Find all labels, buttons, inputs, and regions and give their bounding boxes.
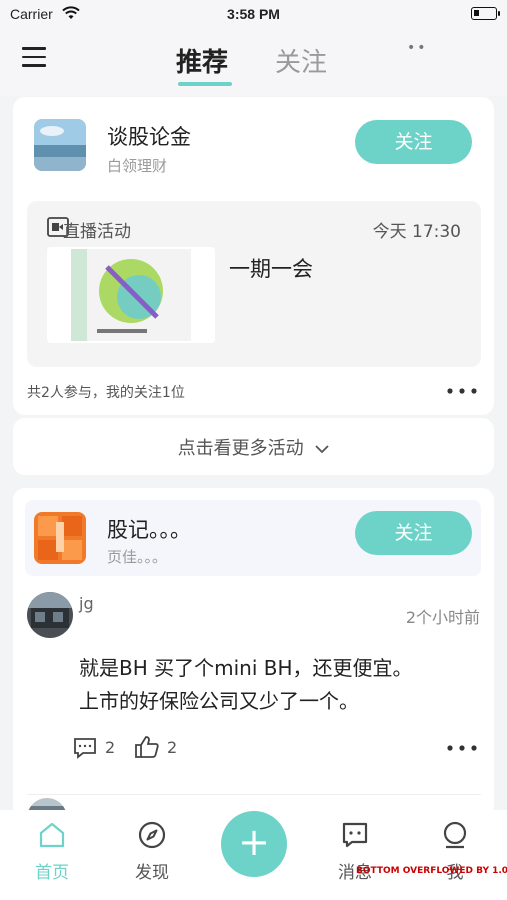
active-tab-indicator: [178, 82, 232, 86]
activity-card[interactable]: 谈股论金 白领理财 关注 直播活动 今天 17:30 一期一会 共2人参与，我的…: [13, 97, 494, 415]
channel-name[interactable]: 谈股论金: [107, 121, 191, 151]
more-options-icon[interactable]: [446, 744, 478, 752]
author-name[interactable]: jg: [79, 594, 94, 613]
create-post-button[interactable]: +: [221, 811, 287, 877]
more-options-icon[interactable]: [446, 387, 478, 395]
menu-icon[interactable]: [22, 47, 46, 67]
comment-count: 2: [105, 738, 116, 757]
status-time: 3:58 PM: [227, 6, 280, 22]
divider: [27, 794, 481, 795]
nav-discover-label: 发现: [135, 863, 169, 883]
channel-avatar[interactable]: [34, 119, 86, 171]
author-avatar[interactable]: [27, 592, 73, 638]
post-text-line-1: 就是BH 买了个mini BH，还更便宜。: [79, 656, 413, 680]
post-card[interactable]: 股记。。。 页佳。。。 关注 jg 2个小时前 就是BH 买了个mini BH，…: [13, 488, 494, 838]
group-avatar[interactable]: [34, 512, 86, 564]
post-time: 2个小时前: [405, 608, 480, 627]
nav-home-label: 首页: [35, 863, 69, 883]
profile-icon: [443, 821, 467, 849]
home-icon: [39, 822, 65, 848]
channel-subtitle: 白领理财: [107, 157, 168, 175]
more-activities-label: 点击看更多活动: [177, 438, 304, 459]
nav-discover[interactable]: 发现: [112, 810, 192, 883]
dots-indicator: ••: [407, 40, 428, 56]
participants-info: 共2人参与，我的关注1位: [27, 385, 185, 401]
follow-button[interactable]: 关注: [355, 120, 472, 164]
battery-icon: [471, 7, 500, 20]
chevron-down-icon: [315, 445, 329, 454]
tab-recommended[interactable]: 推荐: [176, 42, 228, 79]
activity-type-label: 直播活动: [63, 222, 131, 242]
follow-button[interactable]: 关注: [355, 511, 472, 555]
overflow-warning: BOTTOM OVERFLOWED BY 1.0: [356, 866, 507, 876]
group-name[interactable]: 股记。。。: [107, 514, 191, 544]
message-icon: [342, 822, 368, 848]
nav-home[interactable]: 首页: [12, 810, 92, 883]
compass-icon: [138, 821, 166, 849]
activity-time: 今天 17:30: [372, 222, 461, 242]
post-text-line-2: 上市的好保险公司又少了一个。: [79, 689, 359, 713]
more-activities-button[interactable]: 点击看更多活动: [13, 418, 494, 475]
status-bar: Carrier 3:58 PM: [0, 0, 507, 28]
like-count: 2: [167, 738, 178, 757]
comment-icon[interactable]: [73, 737, 97, 759]
activity-thumbnail[interactable]: [47, 247, 215, 343]
group-subtitle: 页佳。。。: [107, 548, 168, 566]
activity-title[interactable]: 一期一会: [229, 253, 313, 283]
like-icon[interactable]: [134, 735, 160, 759]
top-header: 推荐 关注 ••: [0, 28, 507, 96]
tab-following[interactable]: 关注: [275, 42, 327, 79]
